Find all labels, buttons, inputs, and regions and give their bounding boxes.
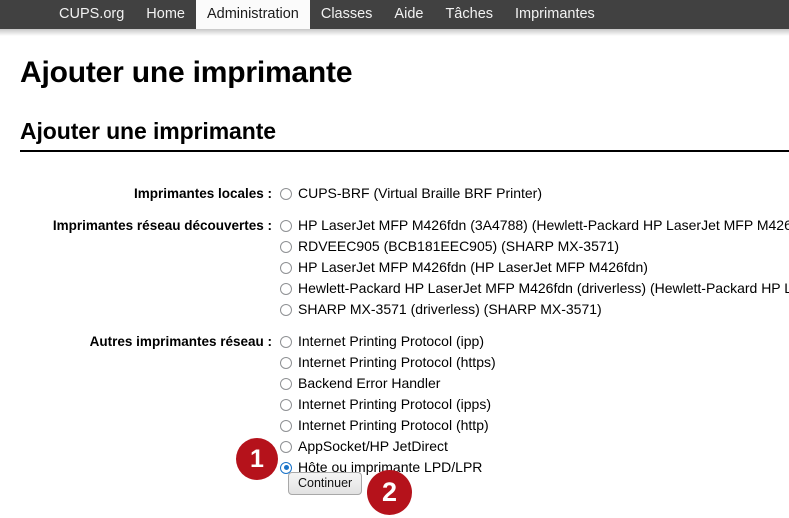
radio-group: HP LaserJet MFP M426fdn (3A4788) (Hewlet…	[280, 215, 789, 320]
radio-unselected-icon[interactable]	[280, 440, 292, 453]
radio-option-label: Internet Printing Protocol (https)	[298, 354, 496, 370]
radio-option-label: Internet Printing Protocol (http)	[298, 417, 489, 433]
radio-option[interactable]: CUPS-BRF (Virtual Braille BRF Printer)	[280, 183, 789, 204]
radio-option[interactable]: SHARP MX-3571 (driverless) (SHARP MX-357…	[280, 299, 789, 320]
nav-item-administration[interactable]: Administration	[195, 0, 310, 29]
radio-group: CUPS-BRF (Virtual Braille BRF Printer)	[280, 183, 789, 204]
radio-option[interactable]: Internet Printing Protocol (ipps)	[280, 394, 789, 415]
radio-option[interactable]: Internet Printing Protocol (ipp)	[280, 331, 789, 352]
radio-unselected-icon[interactable]	[280, 187, 292, 200]
radio-option[interactable]: Internet Printing Protocol (https)	[280, 352, 789, 373]
radio-option-label: HP LaserJet MFP M426fdn (3A4788) (Hewlet…	[298, 217, 789, 233]
continue-button[interactable]: Continuer	[288, 472, 363, 495]
nav-item-cups-org[interactable]: CUPS.org	[48, 0, 135, 29]
page-title: Ajouter une imprimante	[20, 56, 353, 89]
annotation-badge-1: 1	[236, 438, 278, 480]
radio-option[interactable]: AppSocket/HP JetDirect	[280, 436, 789, 457]
add-printer-form: Imprimantes locales : CUPS-BRF (Virtual B…	[0, 183, 789, 478]
radio-option-label: Backend Error Handler	[298, 375, 441, 391]
radio-unselected-icon[interactable]	[280, 219, 292, 232]
radio-option-label: Internet Printing Protocol (ipps)	[298, 396, 491, 412]
radio-option-label: AppSocket/HP JetDirect	[298, 438, 448, 454]
field-label: Imprimantes réseau découvertes :	[52, 218, 272, 233]
top-navigation-bar: CUPS.org Home Administration Classes Aide Tâc…	[0, 0, 789, 29]
radio-option[interactable]: RDVEEC905 (BCB181EEC905) (SHARP MX-3571)	[280, 236, 789, 257]
annotation-badge-2: 2	[367, 470, 412, 515]
radio-option[interactable]: Internet Printing Protocol (http)	[280, 415, 789, 436]
radio-unselected-icon[interactable]	[280, 398, 292, 411]
field-row: Autres imprimantes réseau : Internet Prin…	[0, 331, 789, 478]
radio-unselected-icon[interactable]	[280, 282, 292, 295]
radio-unselected-icon[interactable]	[280, 261, 292, 274]
radio-option-label: RDVEEC905 (BCB181EEC905) (SHARP MX-3571)	[298, 238, 620, 254]
radio-unselected-icon[interactable]	[280, 303, 292, 316]
nav-item-t-ches[interactable]: Tâches	[434, 0, 504, 29]
submit-row: Continuer	[288, 472, 363, 495]
radio-option-label: CUPS-BRF (Virtual Braille BRF Printer)	[298, 185, 543, 201]
cups-add-printer-page: CUPS.org Home Administration Classes Aide Tâc…	[0, 0, 789, 518]
nav-item-classes[interactable]: Classes	[310, 0, 384, 29]
radio-unselected-icon[interactable]	[280, 377, 292, 390]
nav-item-imprimantes[interactable]: Imprimantes	[504, 0, 606, 29]
radio-option-label: SHARP MX-3571 (driverless) (SHARP MX-357…	[298, 301, 602, 317]
radio-option-label: HP LaserJet MFP M426fdn (HP LaserJet MFP…	[298, 259, 648, 275]
field-row: Imprimantes locales : CUPS-BRF (Virtual B…	[0, 183, 789, 204]
radio-unselected-icon[interactable]	[280, 335, 292, 348]
radio-group: Internet Printing Protocol (ipp) Internet…	[280, 331, 789, 478]
radio-option[interactable]: HP LaserJet MFP M426fdn (HP LaserJet MFP…	[280, 257, 789, 278]
radio-option[interactable]: HP LaserJet MFP M426fdn (3A4788) (Hewlet…	[280, 215, 789, 236]
nav-list: CUPS.org Home Administration Classes Aide Tâc…	[48, 0, 606, 29]
radio-option[interactable]: Hewlett-Packard HP LaserJet MFP M426fdn …	[280, 278, 789, 299]
navbar-shadow	[0, 29, 789, 36]
radio-option-label: Hewlett-Packard HP LaserJet MFP M426fdn …	[298, 280, 789, 296]
nav-item-home[interactable]: Home	[135, 0, 196, 29]
nav-item-aide[interactable]: Aide	[383, 0, 434, 29]
field-label: Autres imprimantes réseau :	[89, 334, 272, 349]
field-row: Imprimantes réseau découvertes : HP Laser…	[0, 215, 789, 320]
radio-unselected-icon[interactable]	[280, 240, 292, 253]
radio-unselected-icon[interactable]	[280, 356, 292, 369]
section-title: Ajouter une imprimante	[20, 118, 789, 152]
radio-option[interactable]: Backend Error Handler	[280, 373, 789, 394]
radio-option-label: Internet Printing Protocol (ipp)	[298, 333, 484, 349]
radio-unselected-icon[interactable]	[280, 419, 292, 432]
field-label: Imprimantes locales :	[133, 186, 272, 201]
